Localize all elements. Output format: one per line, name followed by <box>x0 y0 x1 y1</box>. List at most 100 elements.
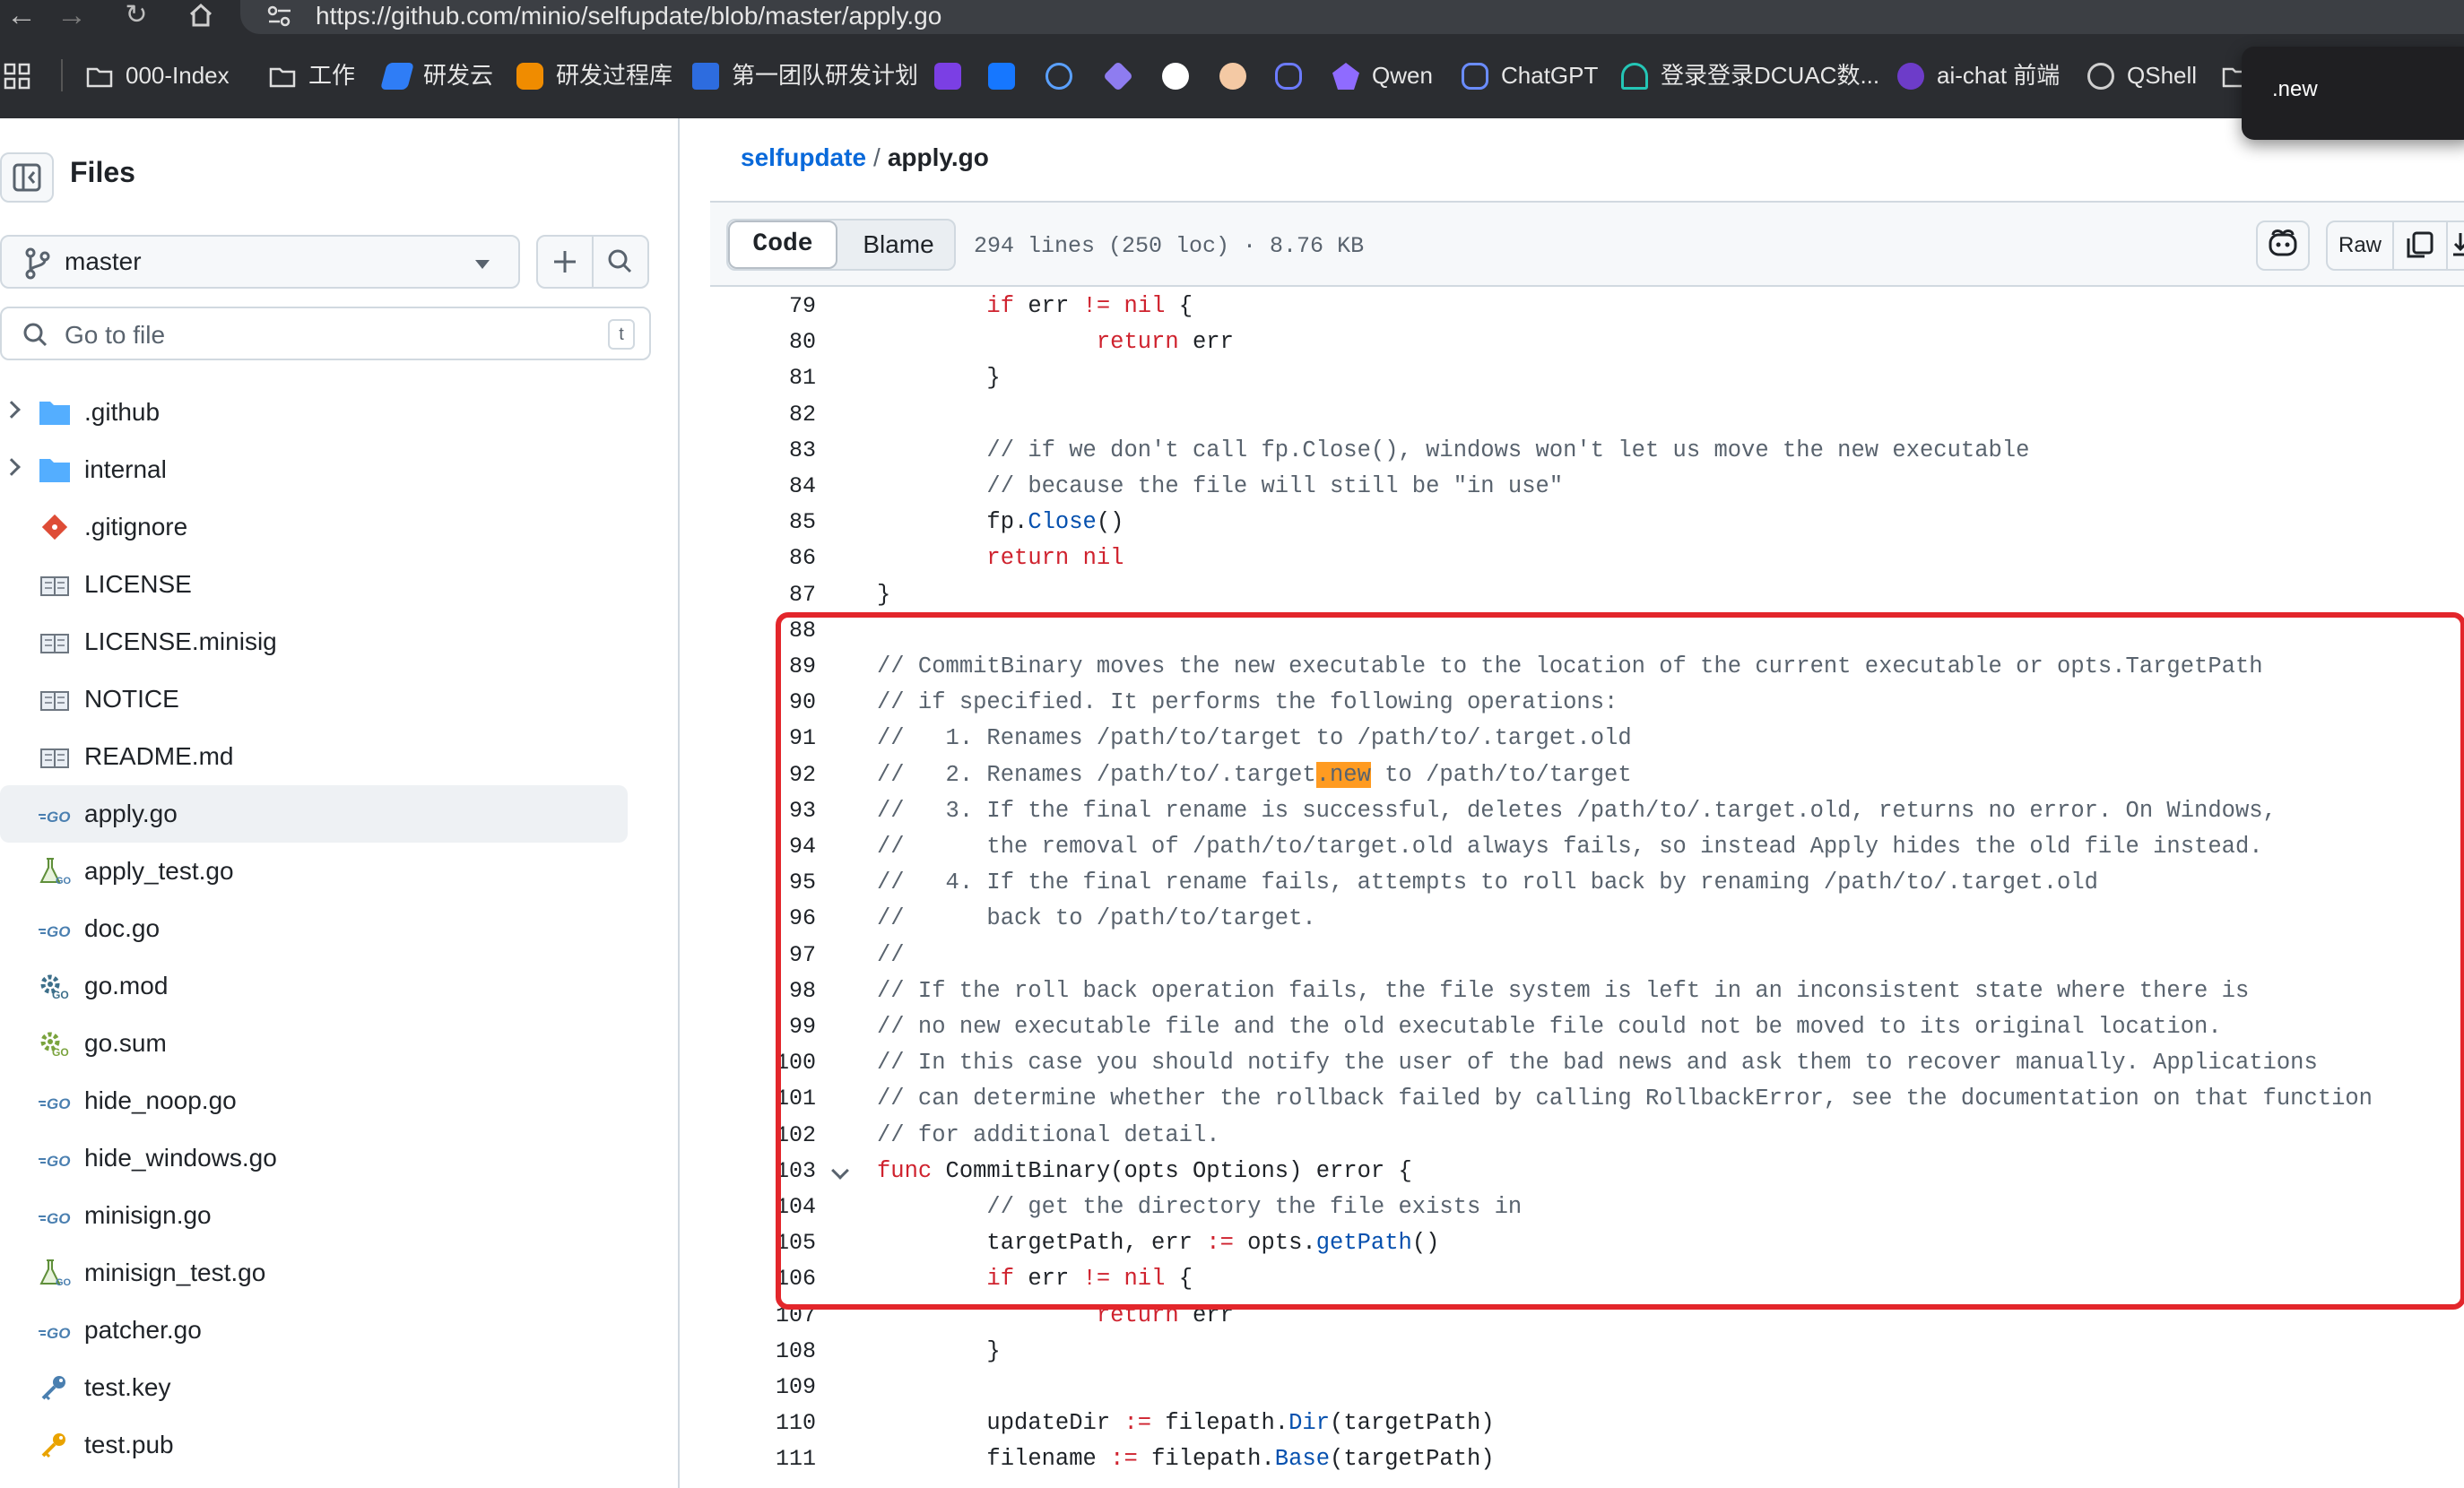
bookmark-ai-chat[interactable]: ai-chat 前端 <box>1897 57 2060 93</box>
code-line: 82 <box>710 397 2464 433</box>
globe-icon <box>2087 63 2114 90</box>
bookmark-000-index[interactable]: 000-Index <box>86 57 247 93</box>
shield-icon <box>1621 63 1648 90</box>
line-number[interactable]: 111 <box>710 1441 816 1477</box>
tree-item-go-mod[interactable]: GO go.mod <box>0 957 628 1015</box>
bookmark-loop-app[interactable] <box>1045 57 1072 93</box>
code-line: 85 fp.Close() <box>710 505 2464 541</box>
tab-code[interactable]: Code <box>728 221 837 269</box>
search-files-button[interactable] <box>592 235 649 289</box>
bookmark-work[interactable]: 工作 <box>269 57 368 93</box>
code-text: updateDir := filepath.Dir(targetPath) <box>877 1410 1495 1437</box>
tree-item-minisign-go[interactable]: GO minisign.go <box>0 1187 628 1244</box>
bookmark-chatgpt[interactable]: ChatGPT <box>1462 57 1598 93</box>
url-text[interactable]: https://github.com/minio/selfupdate/blob… <box>316 0 941 34</box>
code-text: return nil <box>986 545 1124 572</box>
chatgpt-icon <box>1462 63 1488 90</box>
back-icon[interactable]: ← <box>0 0 43 34</box>
qwen-icon <box>1332 63 1359 90</box>
book-icon <box>40 634 69 653</box>
tree-item-notice[interactable]: NOTICE <box>0 670 628 728</box>
code-line: 86 return nil <box>710 541 2464 576</box>
line-number[interactable]: 87 <box>710 577 816 613</box>
tree-item-doc-go[interactable]: GO doc.go <box>0 900 628 957</box>
copilot-button[interactable] <box>2256 221 2310 271</box>
bookmark-overflow-folder[interactable] <box>2222 57 2249 93</box>
tree-item-go-sum[interactable]: GO go.sum <box>0 1015 628 1072</box>
tree-item-minisign-test-go[interactable]: GO minisign_test.go <box>0 1244 628 1302</box>
line-number[interactable]: 84 <box>710 469 816 505</box>
tree-item-license-minisig[interactable]: LICENSE.minisig <box>0 613 628 670</box>
forward-icon[interactable]: → <box>50 0 93 34</box>
collapse-sidebar-button[interactable] <box>0 152 54 203</box>
line-number[interactable]: 85 <box>710 505 816 541</box>
line-number[interactable]: 83 <box>710 433 816 469</box>
branch-icon <box>25 247 50 280</box>
home-icon[interactable] <box>179 0 222 34</box>
tree-item-apply-test-go[interactable]: GO apply_test.go <box>0 843 628 900</box>
branch-selector[interactable]: master <box>0 235 520 289</box>
breadcrumb-repo-link[interactable]: selfupdate <box>741 143 866 171</box>
shortcut-key: t <box>608 319 635 350</box>
line-number[interactable]: 110 <box>710 1406 816 1441</box>
tab-blame[interactable]: Blame <box>843 221 954 269</box>
tree-item-hide-windows-go[interactable]: GO hide_windows.go <box>0 1129 628 1187</box>
reload-icon[interactable]: ↻ <box>115 0 158 34</box>
go-file-icon: GO <box>39 923 70 940</box>
tree-item-apply-go[interactable]: GO apply.go <box>0 785 628 843</box>
line-number[interactable]: 109 <box>710 1370 816 1406</box>
tree-item-internal-folder[interactable]: internal <box>0 441 628 498</box>
go-file-icon: GO <box>39 1153 70 1170</box>
app-icon <box>1103 61 1133 91</box>
tree-item-patcher-go[interactable]: GO patcher.go <box>0 1302 628 1359</box>
bookmark-cube-app[interactable] <box>1103 57 1133 93</box>
bookmark-openai[interactable] <box>1162 57 1189 93</box>
go-to-file-input[interactable]: Go to file t <box>0 307 651 360</box>
tree-item-hide-noop-go[interactable]: GO hide_noop.go <box>0 1072 628 1129</box>
line-number[interactable]: 86 <box>710 541 816 576</box>
bookmark-purple-app[interactable] <box>934 57 961 93</box>
add-file-button[interactable] <box>536 235 594 289</box>
tree-item-test-key[interactable]: test.key <box>0 1359 628 1416</box>
bookmark-blue-app[interactable] <box>988 57 1015 93</box>
line-number[interactable]: 108 <box>710 1334 816 1370</box>
chevron-right-icon[interactable] <box>3 401 21 419</box>
line-number[interactable]: 80 <box>710 324 816 360</box>
copy-raw-button[interactable] <box>2392 221 2448 271</box>
tree-item-gitignore[interactable]: .gitignore <box>0 498 628 556</box>
sidebar-collapse-icon <box>13 163 41 192</box>
code-line: 108 } <box>710 1334 2464 1370</box>
folder-icon <box>269 67 296 88</box>
bookmark-qwen[interactable]: Qwen <box>1332 57 1440 93</box>
tree-item-github-folder[interactable]: .github <box>0 384 628 441</box>
svg-text:GO: GO <box>47 1153 70 1170</box>
bookmark-team-plan[interactable]: 第一团队研发计划 <box>692 57 918 93</box>
bookmark-swirl[interactable] <box>1275 57 1302 93</box>
bookmark-dcuac[interactable]: 登录登录DCUAC数... <box>1621 57 1879 93</box>
raw-button[interactable]: Raw <box>2326 221 2394 271</box>
folder-icon <box>86 67 113 88</box>
bookmark-yanfayun[interactable]: 研发云 <box>379 57 493 93</box>
apps-grid-icon[interactable] <box>4 57 32 93</box>
tree-item-license[interactable]: LICENSE <box>0 556 628 613</box>
code-line: 79 if err != nil { <box>710 289 2464 324</box>
code-text: fp.Close() <box>877 509 1124 536</box>
view-mode-toggle: Code Blame <box>726 219 956 271</box>
tree-item-test-pub[interactable]: test.pub <box>0 1416 628 1474</box>
bookmarks-bar: 000-Index 工作 研发云 研发过程库 第一团队研发计划 Qwen Cha… <box>0 34 2464 118</box>
code-line: 111 filename := filepath.Base(targetPath… <box>710 1441 2464 1477</box>
bookmark-avatar[interactable] <box>1219 57 1246 93</box>
code-text: } <box>877 581 891 608</box>
bookmark-qshell[interactable]: QShell <box>2087 57 2204 93</box>
chevron-right-icon[interactable] <box>3 458 21 476</box>
line-number[interactable]: 79 <box>710 289 816 324</box>
download-button[interactable] <box>2446 221 2464 271</box>
bookmark-process-library[interactable]: 研发过程库 <box>516 57 672 93</box>
line-number[interactable]: 82 <box>710 397 816 433</box>
file-tree-sidebar: Files master Go to file t .github intern… <box>0 118 680 1488</box>
line-number[interactable]: 81 <box>710 360 816 396</box>
tree-item-readme[interactable]: README.md <box>0 728 628 785</box>
site-info-icon[interactable] <box>265 4 294 29</box>
svg-text:GO: GO <box>47 1095 70 1112</box>
svg-text:GO: GO <box>47 1325 70 1342</box>
